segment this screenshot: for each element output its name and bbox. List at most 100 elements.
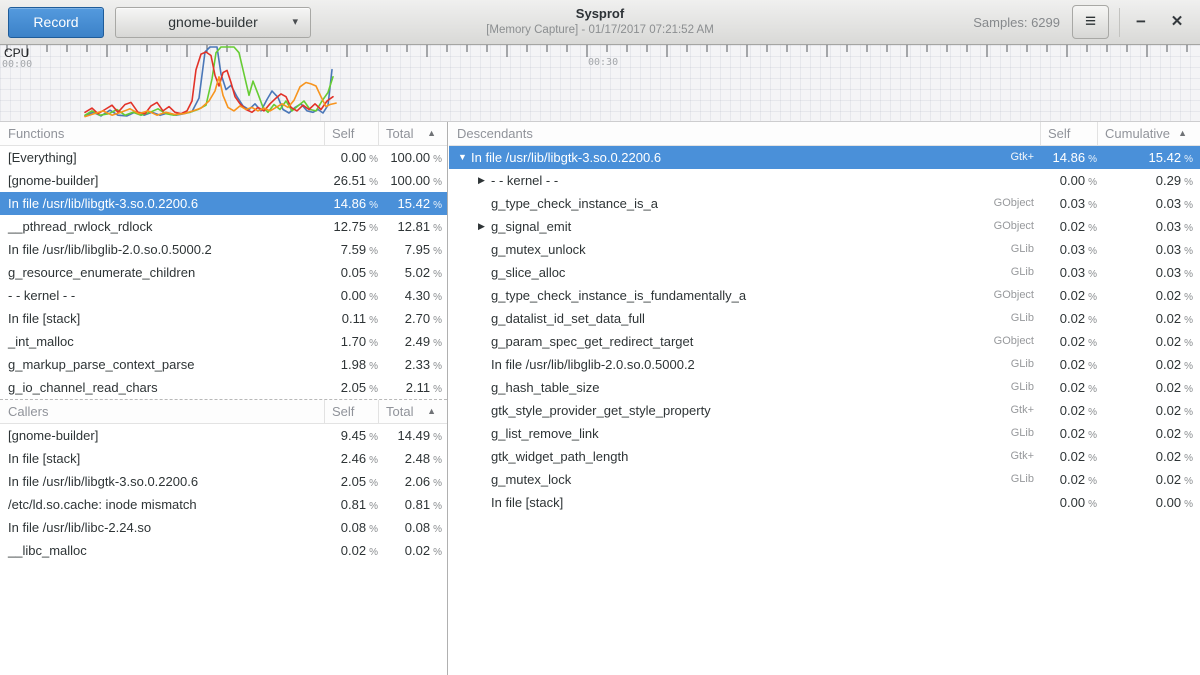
functions-row[interactable]: In file /usr/lib/libglib-2.0.so.0.5000.2… bbox=[0, 238, 447, 261]
functions-row[interactable]: - - kernel - - 0.00% 4.30% bbox=[0, 284, 447, 307]
functions-row[interactable]: _int_malloc 1.70% 2.49% bbox=[0, 330, 447, 353]
menu-button[interactable]: ≡ bbox=[1072, 5, 1109, 39]
tree-expander-icon[interactable] bbox=[478, 422, 491, 445]
descendant-name: g_signal_emit bbox=[491, 215, 571, 238]
functions-row[interactable]: [gnome-builder] 26.51% 100.00% bbox=[0, 169, 447, 192]
caller-name: In file /usr/lib/libc-2.24.so bbox=[0, 516, 324, 539]
functions-row[interactable]: g_io_channel_read_chars 2.05% 2.11% bbox=[0, 376, 447, 399]
tree-expander-icon[interactable] bbox=[478, 330, 491, 353]
descendants-row[interactable]: g_hash_table_size GLib 0.02% 0.02% bbox=[449, 376, 1200, 399]
descendants-row[interactable]: gtk_style_provider_get_style_property Gt… bbox=[449, 399, 1200, 422]
tree-expander-icon[interactable]: ▶ bbox=[478, 215, 491, 238]
descendant-name: In file /usr/lib/libgtk-3.so.0.2200.6 bbox=[471, 146, 661, 169]
total-percent: 2.48% bbox=[378, 447, 447, 470]
column-header-functions-total[interactable]: Total ▲ bbox=[378, 122, 447, 145]
callers-row[interactable]: [gnome-builder] 9.45% 14.49% bbox=[0, 424, 447, 447]
descendants-row[interactable]: g_type_check_instance_is_fundamentally_a… bbox=[449, 284, 1200, 307]
library-tag: GLib bbox=[960, 422, 1040, 445]
cumulative-percent: 0.02% bbox=[1097, 330, 1200, 353]
library-tag: GObject bbox=[960, 192, 1040, 215]
self-percent: 0.81% bbox=[324, 493, 378, 516]
function-name: g_io_channel_read_chars bbox=[0, 376, 324, 399]
descendants-row[interactable]: g_slice_alloc GLib 0.03% 0.03% bbox=[449, 261, 1200, 284]
tree-expander-icon[interactable] bbox=[478, 376, 491, 399]
descendants-row[interactable]: ▶ - - kernel - - 0.00% 0.29% bbox=[449, 169, 1200, 192]
record-button[interactable]: Record bbox=[8, 7, 104, 38]
library-tag: Gtk+ bbox=[960, 399, 1040, 422]
self-percent: 0.02% bbox=[1040, 215, 1097, 238]
tree-expander-icon[interactable] bbox=[478, 284, 491, 307]
column-header-callers[interactable]: Callers bbox=[0, 400, 324, 423]
column-header-callers-total[interactable]: Total ▲ bbox=[378, 400, 447, 423]
descendants-row[interactable]: g_datalist_id_set_data_full GLib 0.02% 0… bbox=[449, 307, 1200, 330]
functions-row[interactable]: [Everything] 0.00% 100.00% bbox=[0, 146, 447, 169]
library-tag: GLib bbox=[960, 376, 1040, 399]
function-name: [gnome-builder] bbox=[0, 169, 324, 192]
column-header-callers-self[interactable]: Self bbox=[324, 400, 378, 423]
caller-name: /etc/ld.so.cache: inode mismatch bbox=[0, 493, 324, 516]
total-percent: 2.11% bbox=[378, 376, 447, 399]
descendant-name: g_type_check_instance_is_fundamentally_a bbox=[491, 284, 746, 307]
functions-row[interactable]: g_resource_enumerate_children 0.05% 5.02… bbox=[0, 261, 447, 284]
tree-expander-icon[interactable] bbox=[478, 192, 491, 215]
cumulative-percent: 0.02% bbox=[1097, 468, 1200, 491]
descendant-name: g_list_remove_link bbox=[491, 422, 599, 445]
total-percent: 2.70% bbox=[378, 307, 447, 330]
functions-row[interactable]: In file [stack] 0.11% 2.70% bbox=[0, 307, 447, 330]
column-header-descendants-self[interactable]: Self bbox=[1040, 122, 1097, 145]
timeline-tick-label-mid: 00:30 bbox=[588, 57, 618, 68]
descendants-row[interactable]: ▶ g_signal_emit GObject 0.02% 0.03% bbox=[449, 215, 1200, 238]
descendants-row[interactable]: ▼ In file /usr/lib/libgtk-3.so.0.2200.6 … bbox=[449, 146, 1200, 169]
tree-expander-icon[interactable]: ▶ bbox=[478, 169, 491, 192]
callers-row[interactable]: /etc/ld.so.cache: inode mismatch 0.81% 0… bbox=[0, 493, 447, 516]
functions-list: [Everything] 0.00% 100.00% [gnome-builde… bbox=[0, 146, 447, 399]
total-percent: 2.49% bbox=[378, 330, 447, 353]
descendants-row[interactable]: gtk_widget_path_length Gtk+ 0.02% 0.02% bbox=[449, 445, 1200, 468]
cpu-timeline[interactable]: CPU 00:00 00:30 bbox=[0, 45, 1200, 122]
total-percent: 5.02% bbox=[378, 261, 447, 284]
callers-row[interactable]: In file [stack] 2.46% 2.48% bbox=[0, 447, 447, 470]
descendant-name: gtk_widget_path_length bbox=[491, 445, 628, 468]
minimize-button[interactable]: − bbox=[1124, 5, 1158, 39]
column-header-descendants-cumulative[interactable]: Cumulative ▲ bbox=[1097, 122, 1200, 145]
functions-row[interactable]: __pthread_rwlock_rdlock 12.75% 12.81% bbox=[0, 215, 447, 238]
self-percent: 1.98% bbox=[324, 353, 378, 376]
column-header-functions-self[interactable]: Self bbox=[324, 122, 378, 145]
callers-row[interactable]: In file /usr/lib/libc-2.24.so 0.08% 0.08… bbox=[0, 516, 447, 539]
function-name: __pthread_rwlock_rdlock bbox=[0, 215, 324, 238]
self-percent: 0.02% bbox=[1040, 422, 1097, 445]
tree-expander-icon[interactable]: ▼ bbox=[458, 146, 471, 169]
tree-expander-icon[interactable] bbox=[478, 399, 491, 422]
tree-expander-icon[interactable] bbox=[478, 238, 491, 261]
functions-row[interactable]: g_markup_parse_context_parse 1.98% 2.33% bbox=[0, 353, 447, 376]
column-header-functions[interactable]: Functions bbox=[0, 122, 324, 145]
callers-row[interactable]: __libc_malloc 0.02% 0.02% bbox=[0, 539, 447, 562]
functions-row[interactable]: In file /usr/lib/libgtk-3.so.0.2200.6 14… bbox=[0, 192, 447, 215]
callers-row[interactable]: In file /usr/lib/libgtk-3.so.0.2200.6 2.… bbox=[0, 470, 447, 493]
self-percent: 0.02% bbox=[1040, 445, 1097, 468]
column-header-descendants[interactable]: Descendants bbox=[449, 122, 1040, 145]
descendants-row[interactable]: In file [stack] 0.00% 0.00% bbox=[449, 491, 1200, 514]
descendants-row[interactable]: g_type_check_instance_is_a GObject 0.03%… bbox=[449, 192, 1200, 215]
process-selector-dropdown[interactable]: gnome-builder ▾ bbox=[115, 7, 311, 38]
descendants-row[interactable]: g_param_spec_get_redirect_target GObject… bbox=[449, 330, 1200, 353]
tree-expander-icon[interactable] bbox=[478, 445, 491, 468]
function-name: _int_malloc bbox=[0, 330, 324, 353]
tree-expander-icon[interactable] bbox=[478, 468, 491, 491]
self-percent: 0.02% bbox=[1040, 307, 1097, 330]
tree-expander-icon[interactable] bbox=[478, 261, 491, 284]
descendants-row[interactable]: g_mutex_lock GLib 0.02% 0.02% bbox=[449, 468, 1200, 491]
self-percent: 2.05% bbox=[324, 470, 378, 493]
cumulative-percent: 0.02% bbox=[1097, 376, 1200, 399]
tree-expander-icon[interactable] bbox=[478, 353, 491, 376]
descendants-row[interactable]: In file /usr/lib/libglib-2.0.so.0.5000.2… bbox=[449, 353, 1200, 376]
tree-expander-icon[interactable] bbox=[478, 491, 491, 514]
close-button[interactable]: ✕ bbox=[1160, 5, 1194, 39]
window-title-block: Sysprof [Memory Capture] - 01/17/2017 07… bbox=[330, 5, 870, 38]
descendant-name: g_param_spec_get_redirect_target bbox=[491, 330, 693, 353]
descendants-row[interactable]: g_list_remove_link GLib 0.02% 0.02% bbox=[449, 422, 1200, 445]
self-percent: 1.70% bbox=[324, 330, 378, 353]
cumulative-percent: 0.02% bbox=[1097, 307, 1200, 330]
descendants-row[interactable]: g_mutex_unlock GLib 0.03% 0.03% bbox=[449, 238, 1200, 261]
tree-expander-icon[interactable] bbox=[478, 307, 491, 330]
